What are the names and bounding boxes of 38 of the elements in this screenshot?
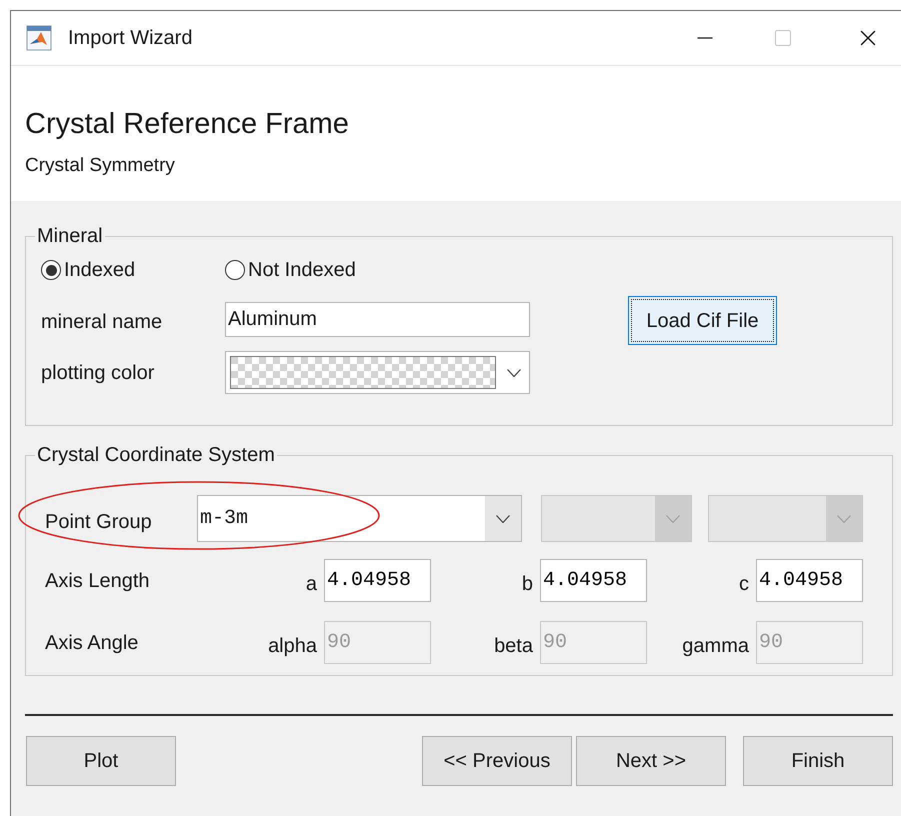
wizard-button[interactable]: Next >> [576, 736, 726, 786]
number-field[interactable]: 4.04958 [756, 559, 863, 602]
mineral-name-field[interactable]: Aluminum [225, 302, 530, 336]
panel-legend: Mineral [35, 221, 105, 251]
page-subtitle: Crystal Symmetry [25, 154, 176, 178]
dropdown-value: m-3m [199, 506, 250, 532]
panel-legend: Crystal Coordinate System [35, 440, 277, 470]
chevron-icon [496, 514, 510, 522]
radio-button[interactable] [41, 260, 61, 280]
app-icon [26, 25, 52, 51]
load-cif-button[interactable]: Load Cif File [628, 296, 777, 345]
field-label: a [306, 572, 317, 596]
window-title: Import Wizard [68, 26, 192, 51]
page-title: Crystal Reference Frame [25, 107, 350, 142]
radio-label: Not Indexed [248, 258, 356, 283]
chevron-icon [837, 514, 851, 522]
wizard-button[interactable]: Finish [743, 736, 893, 786]
radio-label: Indexed [64, 258, 136, 283]
field-label: plotting color [41, 360, 156, 386]
row-label: Axis Angle [45, 630, 140, 656]
field-label: beta [494, 634, 533, 658]
field-label: gamma [682, 634, 749, 658]
row-label: Axis Length [45, 568, 151, 594]
radio-button[interactable] [225, 260, 245, 280]
chevron-icon [507, 368, 521, 376]
transparent-swatch-icon [230, 356, 496, 389]
field-label: mineral name [41, 310, 164, 335]
number-field[interactable]: 4.04958 [324, 559, 431, 602]
plot-button[interactable]: Plot [26, 736, 176, 786]
field-label: b [522, 572, 533, 596]
number-field[interactable]: 4.04958 [540, 559, 647, 602]
field-label: c [739, 572, 749, 596]
color-dropdown[interactable] [225, 351, 530, 394]
row-label: Point Group [45, 510, 153, 534]
field-label: alpha [268, 634, 317, 658]
chevron-icon [666, 514, 680, 522]
wizard-button[interactable]: << Previous [422, 736, 572, 786]
point-group-dropdown[interactable]: m-3m [197, 495, 522, 542]
